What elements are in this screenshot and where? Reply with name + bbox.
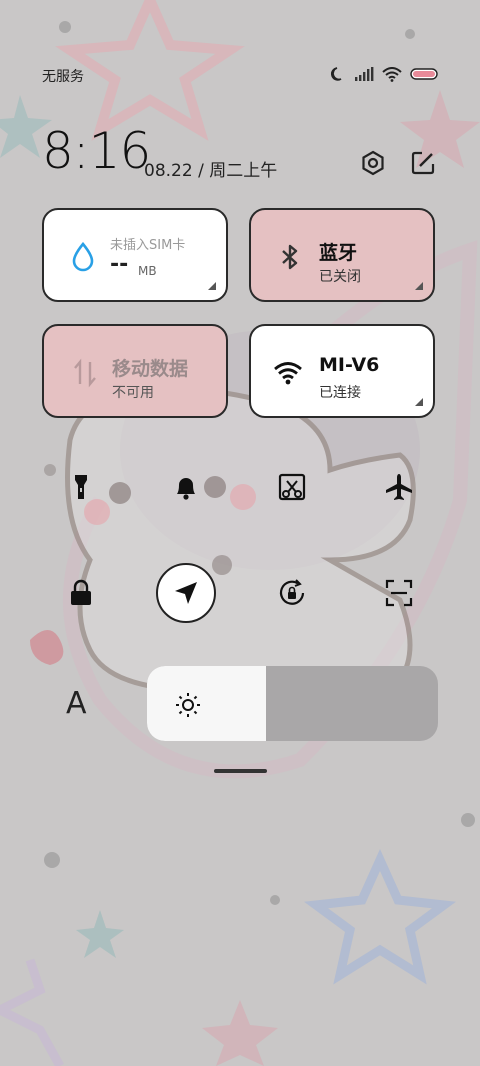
airplane-icon[interactable] [384,472,414,502]
brightness-slider[interactable] [147,666,438,741]
mobile-data-title: 移动数据 [112,358,189,380]
bluetooth-tile[interactable]: 蓝牙 已关闭 [249,208,435,302]
tile-corner-indicator [208,282,216,290]
bluetooth-title: 蓝牙 [319,242,358,264]
wifi-status-icon [382,66,402,82]
settings-icon[interactable] [360,150,386,176]
tile-corner-indicator [415,282,423,290]
status-icons [330,66,438,82]
water-drop-icon [72,242,94,272]
data-usage-unit: MB [138,264,157,278]
sun-icon [176,693,200,717]
top-actions [360,150,436,176]
wifi-status: 已连接 [319,385,361,401]
lock-icon[interactable] [66,578,96,608]
clock-time: 8:16 [42,122,151,180]
location-icon [175,582,197,604]
bluetooth-icon [282,244,298,270]
wifi-tile[interactable]: MI-V6 已连接 [249,324,435,418]
clock-date: 08.22 / 周二上午 [144,161,278,181]
brightness-fill [147,666,267,741]
sim-status-label: 未插入SIM卡 [110,238,186,253]
mobile-data-icon [74,358,96,388]
mobile-data-tile[interactable]: 移动数据 不可用 [42,324,228,418]
tile-corner-indicator [415,398,423,406]
rotation-lock-icon[interactable] [277,578,307,608]
location-button[interactable] [156,563,216,623]
moon-icon [331,67,342,81]
screenshot-icon[interactable] [277,472,307,502]
carrier-status: 无服务 [42,69,84,85]
scan-icon[interactable] [384,578,414,608]
bluetooth-status: 已关闭 [319,269,361,285]
edit-icon[interactable] [410,150,436,176]
mobile-data-status: 不可用 [112,385,154,401]
font-size-button[interactable]: A [66,686,87,721]
drawer-handle[interactable] [214,769,267,773]
data-usage-value: -- [110,252,129,277]
battery-icon [410,68,438,80]
bell-icon[interactable] [171,472,201,502]
wifi-network-name: MI-V6 [319,354,380,376]
flashlight-icon[interactable] [66,472,96,502]
wifi-icon [274,362,302,385]
signal-icon [355,67,374,81]
data-usage-tile[interactable]: 未插入SIM卡 -- MB [42,208,228,302]
